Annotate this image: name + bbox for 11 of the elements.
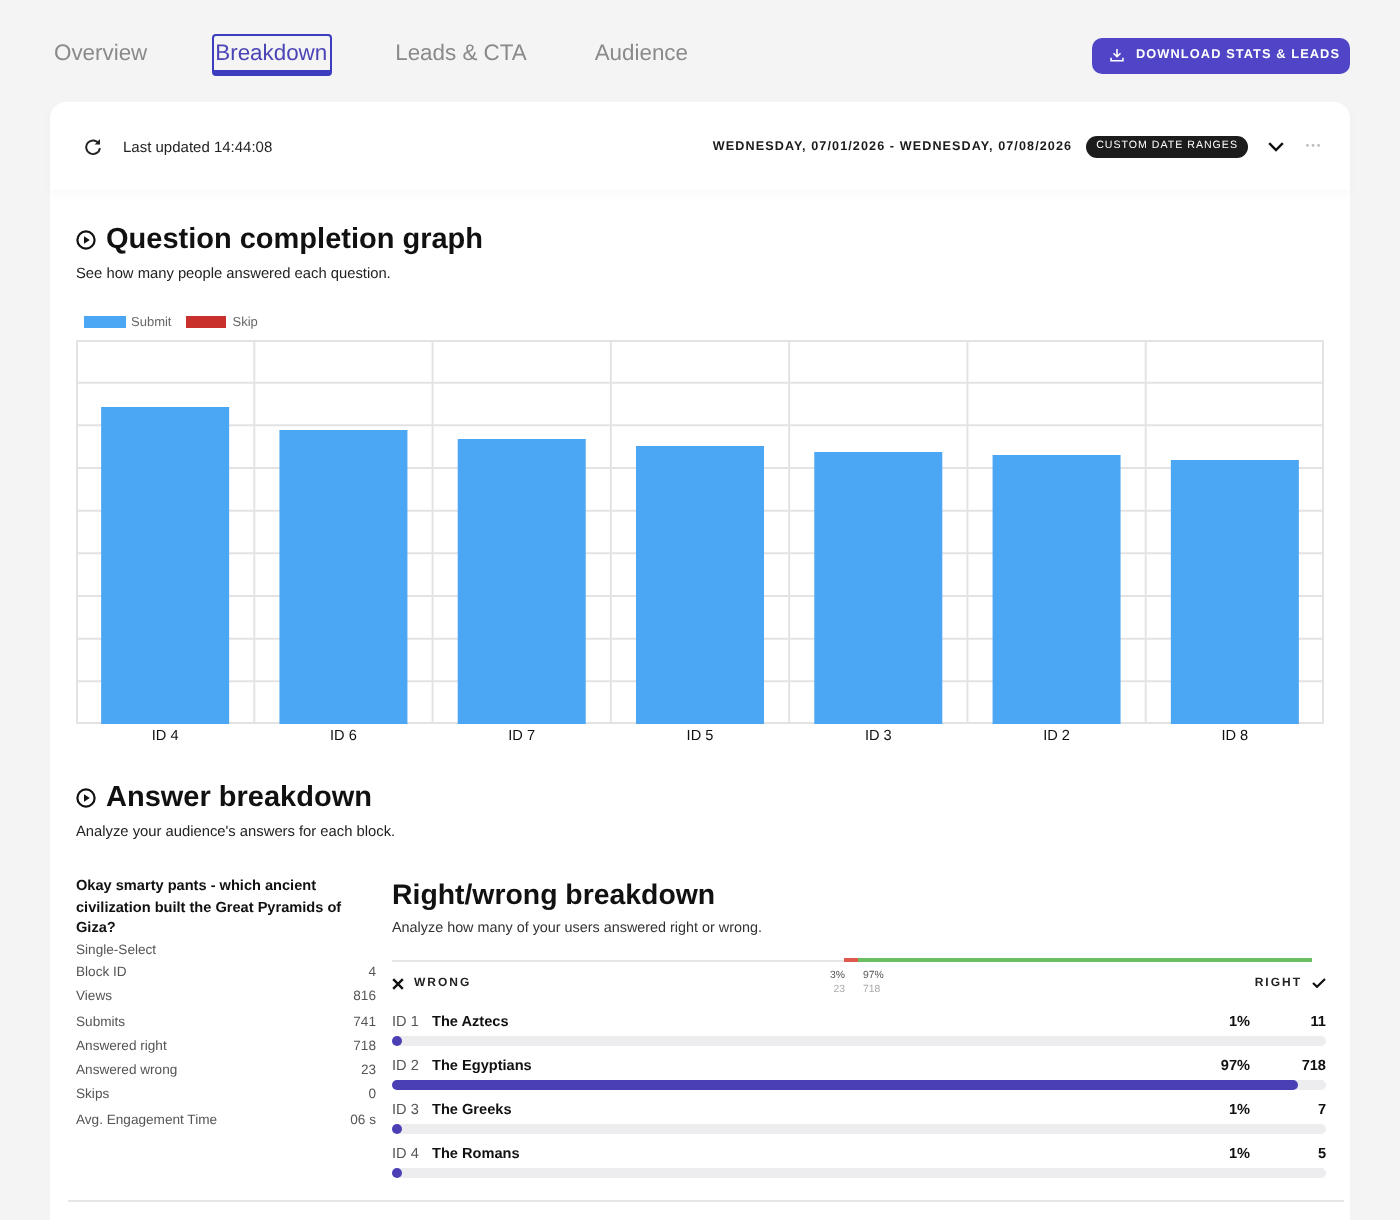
chevron-down-icon[interactable] <box>1268 141 1284 151</box>
download-icon <box>1110 48 1124 62</box>
section-title: Question completion graph <box>106 222 484 258</box>
check-icon <box>1312 978 1326 988</box>
breakdown-title: Right/wrong breakdown <box>392 878 718 914</box>
play-circle-icon <box>76 230 96 250</box>
refresh-icon[interactable] <box>83 137 101 155</box>
play-circle-icon <box>76 788 96 808</box>
section-title: Answer breakdown <box>106 780 372 816</box>
cross-icon <box>392 977 404 989</box>
tab[interactable]: Breakdown <box>211 34 332 76</box>
